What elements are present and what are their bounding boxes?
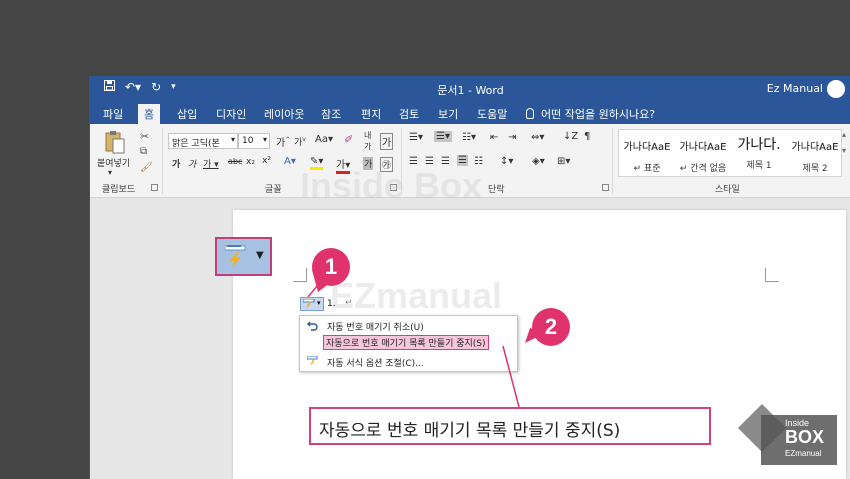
zoomed-menu-label: 자동으로 번호 매기기 목록 만들기 중지(S) [309, 407, 711, 445]
callout-one: 1 [312, 248, 350, 286]
callout-two-pointer [502, 345, 520, 408]
callout-two: 2 [532, 308, 570, 346]
logo-text-mid: BOX [785, 427, 825, 447]
insidebox-logo: Inside BOX EZmanual [737, 403, 837, 465]
logo-text-bottom: EZmanual [785, 449, 822, 458]
